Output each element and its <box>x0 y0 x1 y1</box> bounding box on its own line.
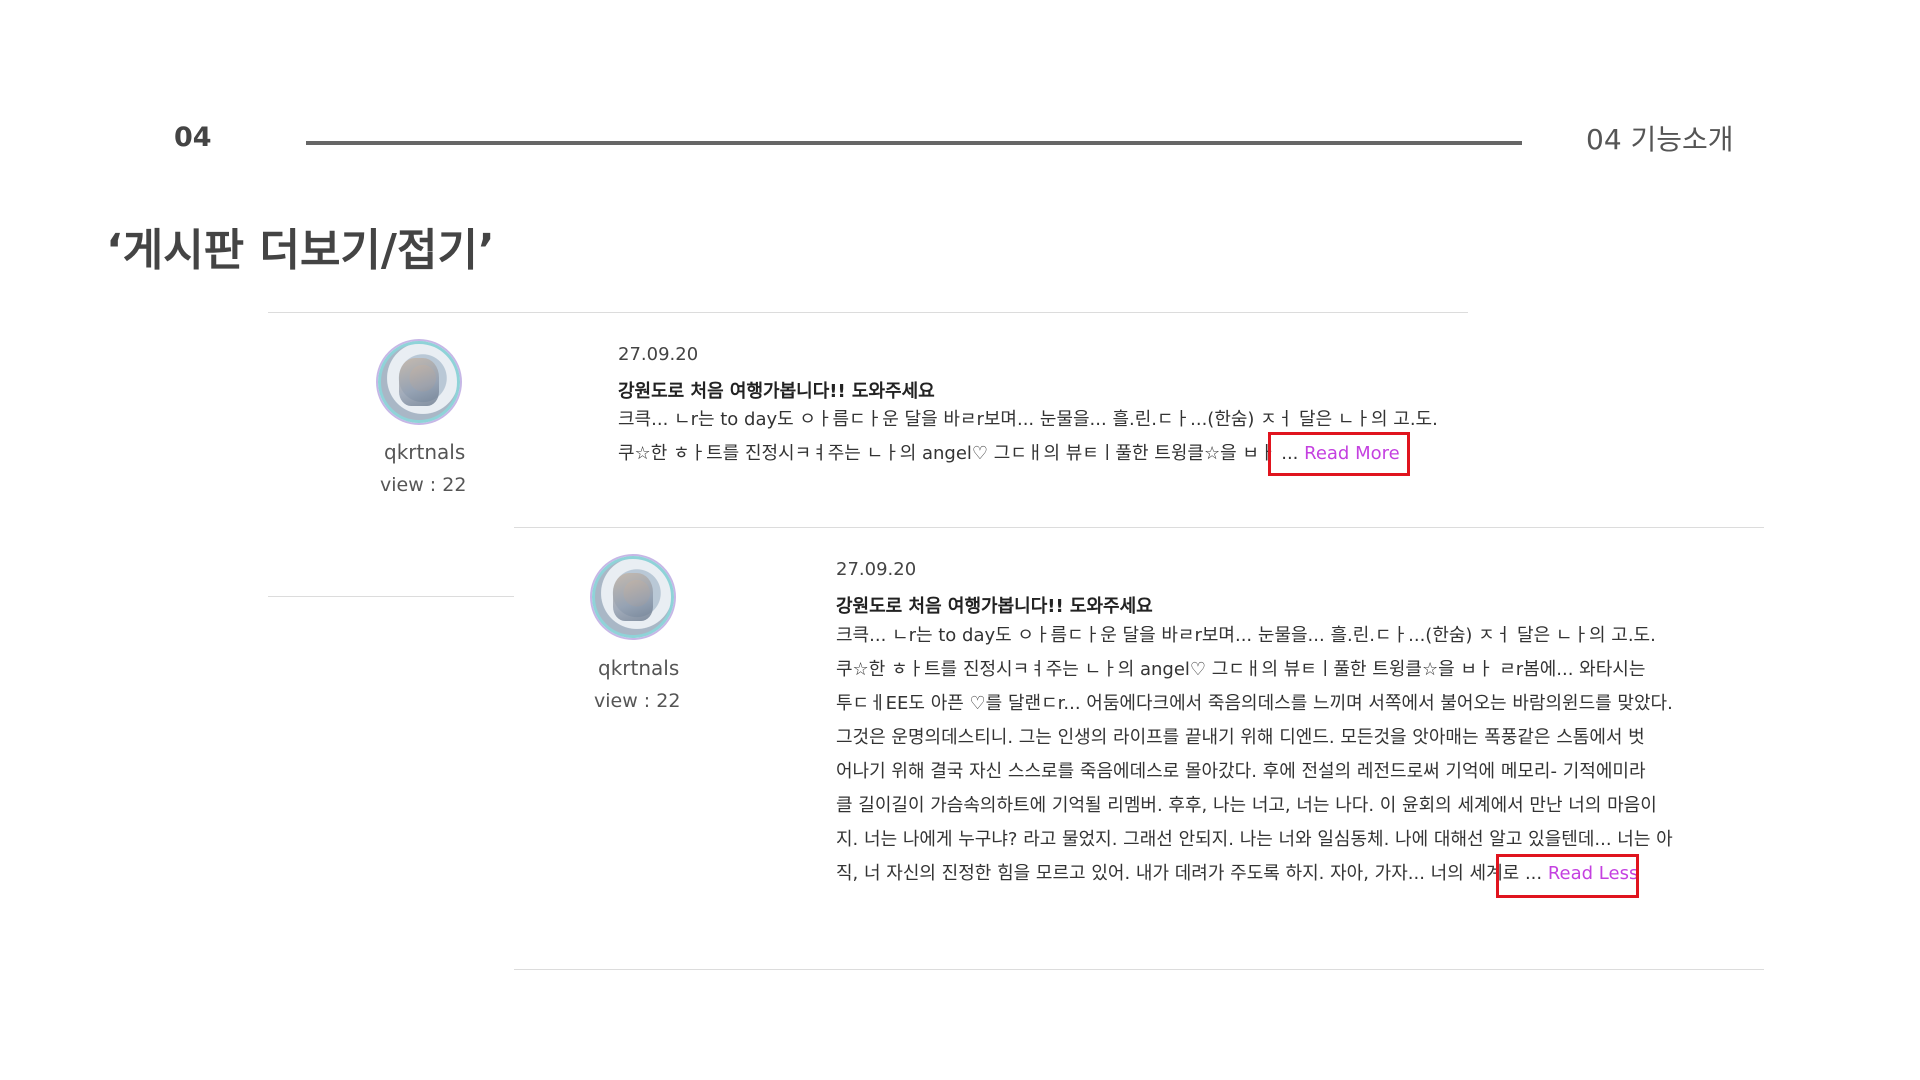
post-body: 크큭... ㄴr는 to day도 ㅇㅏ름ㄷㅏ운 달을 바ㄹr보며... 눈물을… <box>836 619 1673 891</box>
slide-number: 04 <box>174 122 212 153</box>
read-more-highlight <box>1268 432 1410 476</box>
username[interactable]: qkrtnals <box>384 440 465 464</box>
view-count: view : 22 <box>594 690 681 712</box>
avatar-image <box>613 573 653 621</box>
post-body-line: 투ㄷㅔEE도 아픈 ♡를 달랜ㄷr... 어둠에다크에서 죽음의데스를 느끼며 … <box>836 693 1673 714</box>
post-body-line: 클 길이길이 가슴속의하트에 기억될 리멤버. 후후, 나는 너고, 너는 나다… <box>836 795 1657 816</box>
post-body-line: 어나기 위해 결국 자신 스스로를 죽음에데스로 몰아갔다. 후에 전설의 레전… <box>836 761 1646 782</box>
post-body-line: 쿠☆한 ㅎㅏ트를 진정시ㅋㅕ주는 ㄴㅏ의 angel♡ 그ㄷㅐ의 뷰ㅌㅣ풀한 트… <box>836 659 1646 680</box>
post-date: 27.09.20 <box>618 344 699 365</box>
post-body-line: 그것은 운명의데스티니. 그는 인생의 라이프를 끝내기 위해 디엔드. 모든것… <box>836 727 1645 748</box>
read-less-highlight <box>1496 854 1639 898</box>
divider <box>268 312 1468 313</box>
divider <box>514 527 1764 528</box>
header-rule <box>306 141 1522 145</box>
username[interactable]: qkrtnals <box>598 656 679 680</box>
avatar-image <box>399 358 439 406</box>
post-body-line: 크큭... ㄴr는 to day도 ㅇㅏ름ㄷㅏ운 달을 바ㄹr보며... 눈물을… <box>836 625 1656 646</box>
post-body-text: 쿠☆한 ㅎㅏ트를 진정시ㅋㅕ주는 ㄴㅏ의 angel♡ 그ㄷㅐ의 뷰ㅌㅣ풀한 트… <box>618 443 1276 464</box>
section-label: 04 기능소개 <box>1586 123 1734 156</box>
post-title[interactable]: 강원도로 처음 여행가봅니다!! 도와주세요 <box>836 592 1153 618</box>
avatar[interactable] <box>592 556 674 638</box>
post-body-line: 지. 너는 나에게 누구냐? 라고 물었지. 그래선 안되지. 나는 너와 일심… <box>836 829 1673 850</box>
avatar[interactable] <box>378 341 460 423</box>
post-body-text: 직, 너 자신의 진정한 힘을 모르고 있어. 내가 데려가 주도록 하지. 자… <box>836 863 1520 884</box>
post-date: 27.09.20 <box>836 559 917 580</box>
divider <box>268 596 514 597</box>
slide-title: ‘게시판 더보기/접기’ <box>106 225 495 276</box>
view-count: view : 22 <box>380 474 467 496</box>
post-title[interactable]: 강원도로 처음 여행가봅니다!! 도와주세요 <box>618 377 935 403</box>
divider <box>514 969 1764 970</box>
